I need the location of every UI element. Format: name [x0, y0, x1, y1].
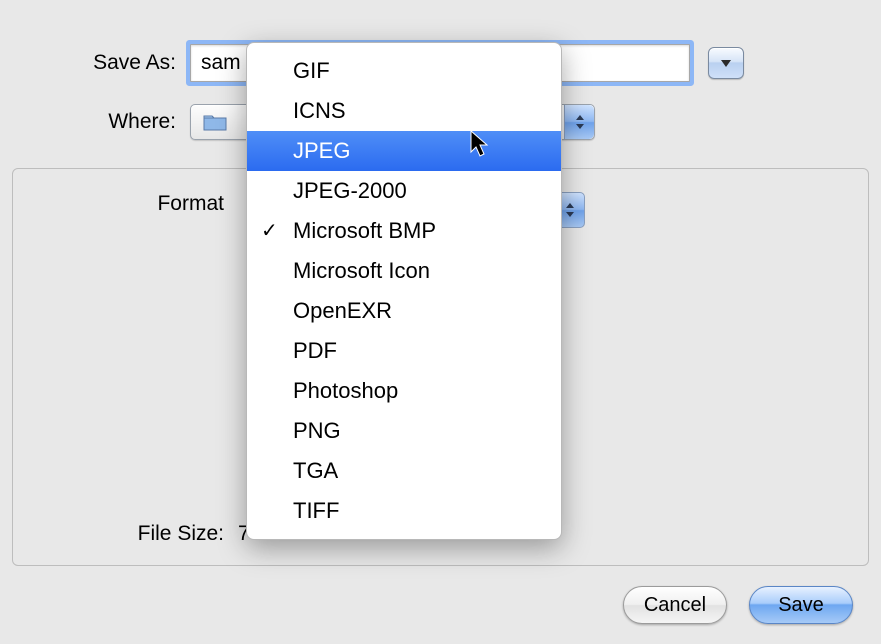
- save-button[interactable]: Save: [749, 586, 853, 624]
- select-arrows-icon: [564, 105, 594, 139]
- format-option[interactable]: Photoshop: [247, 371, 561, 411]
- format-option[interactable]: Microsoft Icon: [247, 251, 561, 291]
- format-option-label: JPEG: [293, 138, 350, 163]
- format-option-label: PDF: [293, 338, 337, 363]
- format-option[interactable]: GIF: [247, 51, 561, 91]
- save-dialog: Save As: Where:: [0, 0, 881, 644]
- save-as-label: Save As:: [76, 51, 176, 75]
- format-option-label: Photoshop: [293, 378, 398, 403]
- format-option[interactable]: TIFF: [247, 491, 561, 531]
- format-option[interactable]: PNG: [247, 411, 561, 451]
- dialog-buttons: Cancel Save: [623, 586, 853, 624]
- expand-location-button[interactable]: [708, 47, 744, 79]
- format-option-label: Microsoft BMP: [293, 218, 436, 243]
- cancel-button[interactable]: Cancel: [623, 586, 727, 624]
- format-option[interactable]: PDF: [247, 331, 561, 371]
- format-option-label: Microsoft Icon: [293, 258, 430, 283]
- format-option[interactable]: ICNS: [247, 91, 561, 131]
- file-size-label: File Size:: [76, 522, 224, 546]
- format-option-label: TIFF: [293, 498, 339, 523]
- format-option[interactable]: ✓ Microsoft BMP: [247, 211, 561, 251]
- format-option[interactable]: JPEG-2000: [247, 171, 561, 211]
- format-option-label: PNG: [293, 418, 341, 443]
- format-option[interactable]: JPEG: [247, 131, 561, 171]
- format-option-label: OpenEXR: [293, 298, 392, 323]
- format-option-label: TGA: [293, 458, 338, 483]
- where-label: Where:: [76, 110, 176, 134]
- format-option[interactable]: OpenEXR: [247, 291, 561, 331]
- format-option-label: JPEG-2000: [293, 178, 407, 203]
- checkmark-icon: ✓: [261, 215, 278, 247]
- format-option-label: GIF: [293, 58, 330, 83]
- triangle-down-icon: [719, 58, 733, 68]
- format-option-label: ICNS: [293, 98, 346, 123]
- format-option[interactable]: TGA: [247, 451, 561, 491]
- folder-icon: [201, 111, 229, 133]
- format-dropdown-menu[interactable]: GIF ICNS JPEG JPEG-2000 ✓ Microsoft BMP Micros…: [246, 42, 562, 540]
- format-label: Format: [76, 192, 224, 216]
- select-arrows-icon: [564, 201, 576, 219]
